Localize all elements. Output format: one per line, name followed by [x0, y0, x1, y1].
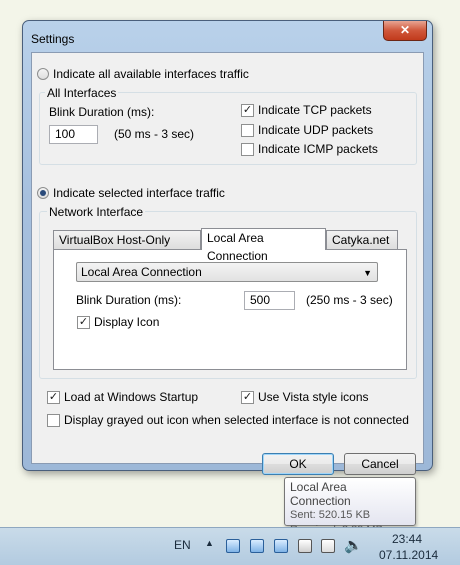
- sel-blink-range-hint: (250 ms - 3 sec): [306, 293, 393, 307]
- show-hidden-icons-icon[interactable]: ▲: [205, 538, 214, 548]
- close-button[interactable]: ✕: [383, 21, 427, 41]
- display-icon-label: Display Icon: [94, 315, 160, 329]
- tooltip-title: Local Area Connection: [290, 480, 351, 508]
- checkmark-icon: ✓: [48, 391, 59, 403]
- icmp-checkbox[interactable]: [241, 143, 254, 156]
- checkmark-icon: ✓: [242, 104, 253, 116]
- sel-blink-duration-input[interactable]: 500: [244, 291, 295, 310]
- taskbar: EN ▲ 🔈 23:44 07.11.2014: [0, 527, 460, 565]
- cancel-button[interactable]: Cancel: [344, 453, 416, 475]
- tab-virtualbox[interactable]: VirtualBox Host-Only Network: [53, 230, 201, 265]
- tcp-checkbox[interactable]: ✓: [241, 104, 254, 117]
- selected-interface-radio[interactable]: [37, 187, 49, 199]
- tab-catyka-net[interactable]: Catyka.net: [326, 230, 398, 250]
- dropdown-arrow-icon: ▼: [363, 268, 372, 278]
- display-icon-checkbox[interactable]: ✓: [77, 316, 90, 329]
- window-title: Settings: [31, 32, 75, 46]
- tcp-checkbox-label: Indicate TCP packets: [258, 103, 372, 117]
- language-indicator[interactable]: EN: [174, 538, 191, 552]
- network-icon[interactable]: [274, 539, 288, 553]
- grayed-icon-label: Display grayed out icon when selected in…: [64, 413, 409, 427]
- tab-local-area-connection[interactable]: Local Area Connection: [201, 228, 326, 263]
- sel-blink-duration-label: Blink Duration (ms):: [76, 293, 182, 307]
- network-tooltip: Local Area Connection Sent: 520.15 KB Re…: [284, 477, 416, 536]
- load-startup-checkbox[interactable]: ✓: [47, 391, 60, 404]
- device-icon[interactable]: [298, 539, 312, 553]
- icmp-checkbox-label: Indicate ICMP packets: [258, 142, 378, 156]
- all-blink-duration-label: Blink Duration (ms):: [49, 105, 155, 119]
- dialog-client-area: Indicate all available interfaces traffi…: [31, 52, 424, 475]
- selected-interface-radio-label: Indicate selected interface traffic: [53, 186, 225, 200]
- speaker-icon[interactable]: 🔈: [344, 536, 363, 554]
- interface-combobox[interactable]: Local Area Connection ▼: [76, 262, 378, 282]
- load-startup-label: Load at Windows Startup: [64, 390, 199, 404]
- clock-date[interactable]: 07.11.2014: [379, 548, 438, 562]
- tooltip-sent: Sent: 520.15 KB: [290, 509, 371, 521]
- ok-button[interactable]: OK: [262, 453, 334, 475]
- grayed-icon-checkbox[interactable]: [47, 414, 60, 427]
- all-interfaces-radio[interactable]: [37, 68, 49, 80]
- all-blink-duration-input[interactable]: 100: [49, 125, 98, 144]
- udp-checkbox-label: Indicate UDP packets: [258, 123, 374, 137]
- flag-icon[interactable]: [321, 539, 335, 553]
- interface-combobox-value: Local Area Connection: [81, 265, 202, 279]
- checkmark-icon: ✓: [242, 391, 253, 403]
- vista-icons-label: Use Vista style icons: [258, 390, 369, 404]
- network-icon[interactable]: [250, 539, 264, 553]
- settings-window: Settings ✕ Indicate all available interf…: [22, 20, 433, 475]
- clock-time[interactable]: 23:44: [392, 532, 422, 546]
- all-interfaces-radio-label: Indicate all available interfaces traffi…: [53, 67, 249, 81]
- all-interfaces-group-label: All Interfaces: [45, 86, 119, 100]
- checkmark-icon: ✓: [78, 316, 89, 328]
- vista-icons-checkbox[interactable]: ✓: [241, 391, 254, 404]
- udp-checkbox[interactable]: [241, 124, 254, 137]
- all-blink-range-hint: (50 ms - 3 sec): [114, 127, 195, 141]
- network-interface-group-label: Network Interface: [47, 205, 146, 219]
- network-icon[interactable]: [226, 539, 240, 553]
- tab-panel: Local Area Connection ▼ Blink Duration (…: [53, 249, 407, 370]
